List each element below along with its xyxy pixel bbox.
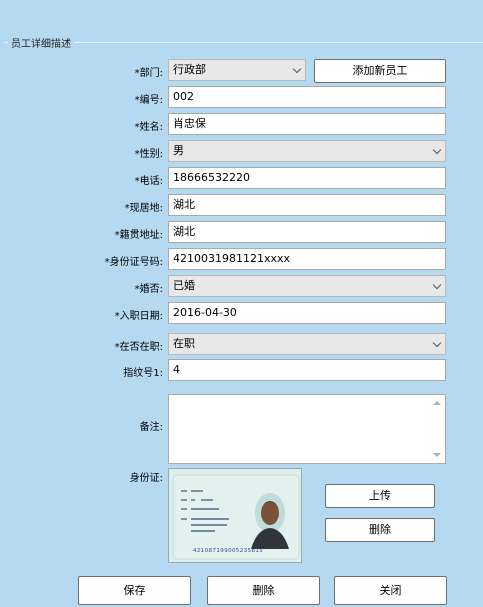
hire-date-input[interactable]: 2016-04-30 [168, 302, 446, 324]
department-value: 行政部 [173, 63, 206, 76]
id-card-photo: 421087199005235815 [168, 468, 302, 563]
gender-value: 男 [173, 144, 184, 157]
id-card-image: 421087199005235815 [169, 469, 301, 562]
department-label: *部门: [134, 68, 163, 79]
remarks-textarea[interactable] [168, 394, 446, 464]
chevron-down-icon [432, 145, 442, 155]
scroll-down-icon[interactable] [433, 453, 441, 457]
residence-input[interactable]: 湖北 [168, 194, 446, 216]
group-divider [4, 42, 483, 43]
group-title: 员工详细描述 [8, 35, 74, 50]
phone-input[interactable]: 18666532220 [168, 167, 446, 189]
phone-label: *电话: [134, 176, 163, 187]
chevron-down-icon [432, 338, 442, 348]
gender-select[interactable]: 男 [168, 140, 446, 162]
residence-label: *现居地: [124, 203, 163, 214]
chevron-down-icon [432, 280, 442, 290]
close-button[interactable]: 关闭 [334, 576, 447, 605]
scroll-up-icon[interactable] [433, 401, 441, 405]
native-place-input[interactable]: 湖北 [168, 221, 446, 243]
fingerprint-label: 指纹号1: [123, 368, 163, 379]
employed-label: *在否在职: [114, 342, 163, 353]
native-place-label: *籍贯地址: [114, 230, 163, 241]
married-value: 已婚 [173, 279, 195, 292]
add-employee-button[interactable]: 添加新员工 [314, 59, 446, 83]
employed-value: 在职 [173, 337, 195, 350]
name-label: *姓名: [134, 122, 163, 133]
save-button[interactable]: 保存 [78, 576, 191, 605]
gender-label: *性别: [134, 149, 163, 160]
chevron-down-icon [292, 64, 302, 74]
hire-date-label: *入职日期: [114, 311, 163, 322]
married-select[interactable]: 已婚 [168, 275, 446, 297]
upload-button[interactable]: 上传 [325, 484, 435, 508]
delete-photo-button[interactable]: 删除 [325, 518, 435, 542]
fingerprint-input[interactable]: 4 [168, 359, 446, 381]
married-label: *婚否: [134, 284, 163, 295]
number-input[interactable]: 002 [168, 86, 446, 108]
department-select[interactable]: 行政部 [168, 59, 306, 81]
remarks-label: 备注: [139, 422, 163, 433]
number-label: *编号: [134, 95, 163, 106]
name-input[interactable]: 肖忠保 [168, 113, 446, 135]
id-number-input[interactable]: 4210031981121xxxx [168, 248, 446, 270]
delete-button[interactable]: 删除 [207, 576, 320, 605]
employed-select[interactable]: 在职 [168, 333, 446, 355]
id-card-label: 身份证: [129, 473, 163, 484]
id-number-label: *身份证号码: [104, 257, 163, 268]
id-card-number-text: 421087199005235815 [193, 548, 263, 554]
